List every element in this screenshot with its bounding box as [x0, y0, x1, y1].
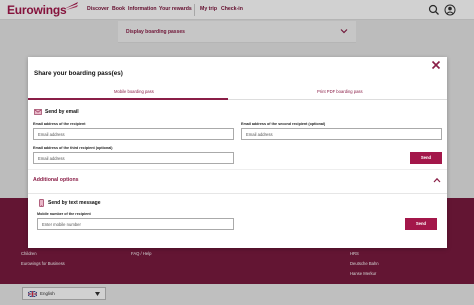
- additional-options-label: Additional options: [33, 177, 79, 183]
- email-second-recipient-label: Email address of the second recipient (o…: [241, 122, 326, 126]
- send-by-text-message-title: Send by text message: [48, 200, 101, 206]
- tab-mobile-boarding-pass[interactable]: Mobile boarding pass: [114, 89, 154, 94]
- email-recipient-input[interactable]: Email address: [33, 128, 234, 140]
- additional-options-toggle[interactable]: Additional options: [28, 169, 447, 191]
- email-third-recipient-label: Email address of the third recipient (op…: [33, 146, 113, 150]
- mobile-phone-icon: [39, 199, 44, 207]
- chevron-up-icon: [433, 177, 441, 183]
- send-by-email-title: Send by email: [45, 109, 79, 115]
- dialog-title: Share your boarding pass(es): [34, 70, 123, 77]
- email-recipient-label: Email address of the recipient: [33, 122, 86, 126]
- email-icon: [34, 109, 42, 115]
- tab-bar: Mobile boarding pass Print PDF boarding …: [28, 84, 447, 100]
- mobile-number-input[interactable]: Enter mobile number: [37, 218, 234, 230]
- sms-section: Send by text message Mobile number of th…: [28, 193, 447, 248]
- active-tab-indicator: [28, 98, 228, 100]
- send-sms-button[interactable]: Send: [405, 218, 437, 230]
- send-email-button[interactable]: Send: [410, 152, 442, 164]
- email-third-recipient-input[interactable]: Email address: [33, 152, 234, 164]
- mobile-number-label: Mobile number of the recipient: [37, 212, 91, 216]
- email-second-recipient-input[interactable]: Email address: [241, 128, 442, 140]
- close-icon[interactable]: [431, 60, 441, 70]
- tab-print-pdf-boarding-pass[interactable]: Print PDF boarding pass: [317, 89, 363, 94]
- share-boarding-pass-dialog: Share your boarding pass(es) Mobile boar…: [28, 57, 447, 248]
